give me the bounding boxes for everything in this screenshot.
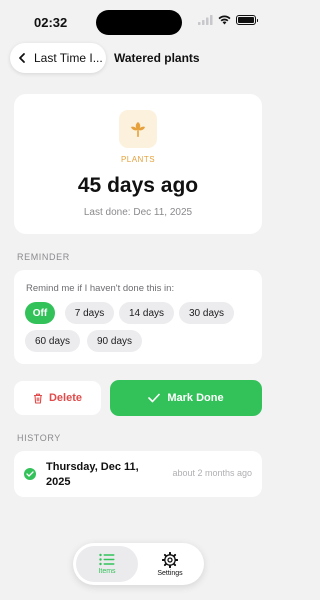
flower-icon (131, 122, 145, 137)
reminder-option-90-days[interactable]: 90 days (87, 330, 142, 352)
elapsed-time: 45 days ago (77, 174, 199, 197)
delete-label: Delete (48, 392, 83, 404)
history-date: Thursday, Dec 11, 2025 (46, 461, 139, 488)
history-header: HISTORY (17, 433, 61, 443)
summary-card: PLANTS 45 days ago Last done: Dec 11, 20… (14, 94, 262, 234)
category-icon-tile (119, 110, 157, 148)
page-title: Watered plants (114, 51, 200, 65)
history-relative-time: about 2 months ago (172, 468, 252, 478)
back-button[interactable]: Last Time I... (10, 43, 106, 73)
gear-icon (162, 551, 178, 568)
status-time: 02:32 (34, 15, 68, 30)
mark-done-button[interactable]: Mark Done (110, 380, 262, 416)
mark-done-label: Mark Done (167, 392, 224, 404)
tab-settings-label: Settings (157, 569, 183, 577)
signal-icon (198, 15, 213, 25)
dynamic-island (96, 10, 182, 35)
wifi-icon (218, 15, 231, 25)
tab-settings[interactable]: Settings (139, 546, 201, 582)
reminder-option-30-days[interactable]: 30 days (179, 302, 234, 324)
history-row: Thursday, Dec 11, 2025 about 2 months ag… (14, 451, 262, 497)
tab-items-label: Items (98, 568, 116, 575)
reminder-option-7-days[interactable]: 7 days (65, 302, 114, 324)
battery-icon (236, 15, 258, 25)
reminder-card: Remind me if I haven't done this in: Off… (14, 270, 262, 364)
reminder-option-14-days[interactable]: 14 days (119, 302, 174, 324)
reminder-prompt: Remind me if I haven't done this in: (26, 283, 175, 294)
list-icon (99, 553, 115, 566)
tab-bar: Items Settings (73, 543, 204, 585)
chevron-left-icon (19, 53, 25, 63)
reminder-option-60-days[interactable]: 60 days (25, 330, 80, 352)
tab-items[interactable]: Items (76, 546, 138, 582)
status-icons (198, 15, 258, 25)
last-done-date: Last done: Dec 11, 2025 (83, 207, 193, 218)
status-bar: 02:32 (0, 0, 276, 44)
delete-button[interactable]: Delete (14, 381, 101, 415)
category-label: PLANTS (120, 155, 156, 164)
check-circle-icon (24, 468, 36, 480)
reminder-header: REMINDER (17, 252, 70, 262)
reminder-option-off[interactable]: Off (25, 302, 55, 324)
back-label: Last Time I... (34, 51, 103, 65)
trash-icon (33, 393, 42, 404)
checkmark-icon (148, 393, 161, 403)
